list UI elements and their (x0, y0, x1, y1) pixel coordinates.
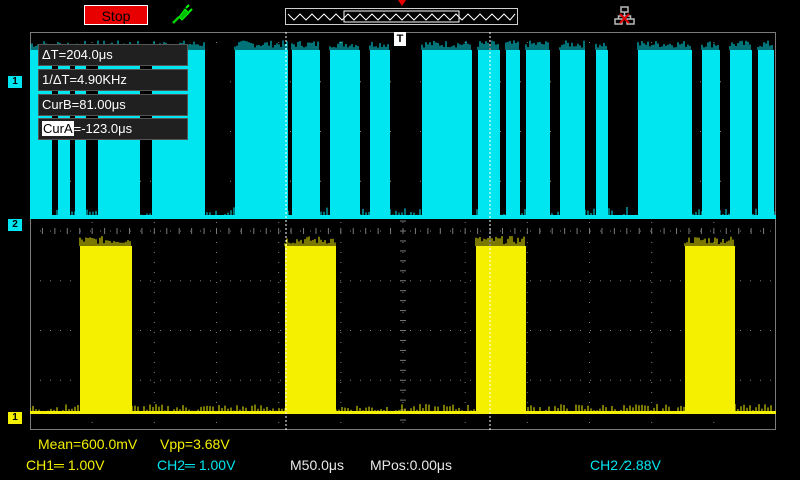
ch1-scale: CH1═ 1.00V (26, 457, 105, 473)
ch2-burst (638, 50, 692, 217)
ch2-baseline (30, 215, 776, 219)
ch1-burst (685, 246, 735, 412)
ch2-gap (362, 50, 368, 213)
ch2-burst (422, 50, 472, 217)
ch2-gap (474, 50, 476, 213)
ch2-gap (694, 50, 700, 213)
ch2-burst (330, 50, 360, 217)
ch1-level-marker[interactable]: 1 (8, 412, 22, 424)
ch2-burst (702, 50, 720, 217)
ch2-gap (208, 50, 230, 213)
ch2-gap (754, 50, 756, 213)
ch2-gap (322, 50, 328, 213)
mean-measurement: Mean=600.0mV (38, 436, 138, 452)
ch2-gap (502, 50, 504, 213)
cursor-a-value: =-123.0μs (73, 121, 133, 136)
ch1-burst (80, 246, 132, 412)
ch2-burst (730, 50, 752, 217)
ch1-burst (285, 246, 336, 412)
run-stop-button[interactable]: Stop (84, 5, 148, 25)
ch1-marker-label: 1 (12, 76, 18, 87)
ch2-gap (610, 50, 634, 213)
cursor-a-label: CurA (42, 121, 74, 136)
timebase-overview (285, 0, 518, 25)
ch2-burst (370, 50, 390, 217)
timebase-scale: M50.0μs (290, 457, 344, 473)
delta-t-readout: ΔT=204.0μs (38, 44, 188, 66)
ch2-marker[interactable]: 2 (8, 219, 22, 231)
ch2-burst (235, 50, 288, 217)
ch2-burst (478, 50, 500, 217)
network-icon (614, 6, 636, 26)
trigger-position-icon (398, 0, 406, 6)
ch2-burst (758, 50, 774, 217)
vpp-measurement: Vpp=3.68V (160, 436, 230, 452)
ch1-level-marker-label: 1 (12, 412, 18, 423)
ch2-marker-label: 2 (12, 219, 18, 230)
ch2-scale: CH2═ 1.00V (157, 457, 236, 473)
waveform-display[interactable] (30, 32, 776, 430)
ch1-marker[interactable]: 1 (8, 76, 22, 88)
ch2-gap (552, 50, 558, 213)
ch2-gap (588, 50, 594, 213)
ch2-gap (392, 50, 418, 213)
ch2-burst (596, 50, 608, 217)
probe-icon (170, 4, 194, 26)
trigger-status: CH2 ⁄2.88V (590, 457, 661, 473)
ch2-burst (560, 50, 585, 217)
ch2-burst (526, 50, 550, 217)
inverse-delta-t-readout: 1/ΔT=4.90KHz (38, 69, 188, 91)
cursor-a-readout: CurA=-123.0μs (38, 118, 188, 140)
ch1-burst (476, 246, 526, 412)
trigger-marker-icon: T (394, 32, 406, 46)
ch1-baseline (30, 411, 776, 414)
cursor-b-readout: CurB=81.00μs (38, 94, 188, 116)
ch2-burst (292, 50, 320, 217)
ch2-burst (506, 50, 520, 217)
ch2-gap (722, 50, 728, 213)
main-position: MPos:0.00μs (370, 457, 452, 473)
